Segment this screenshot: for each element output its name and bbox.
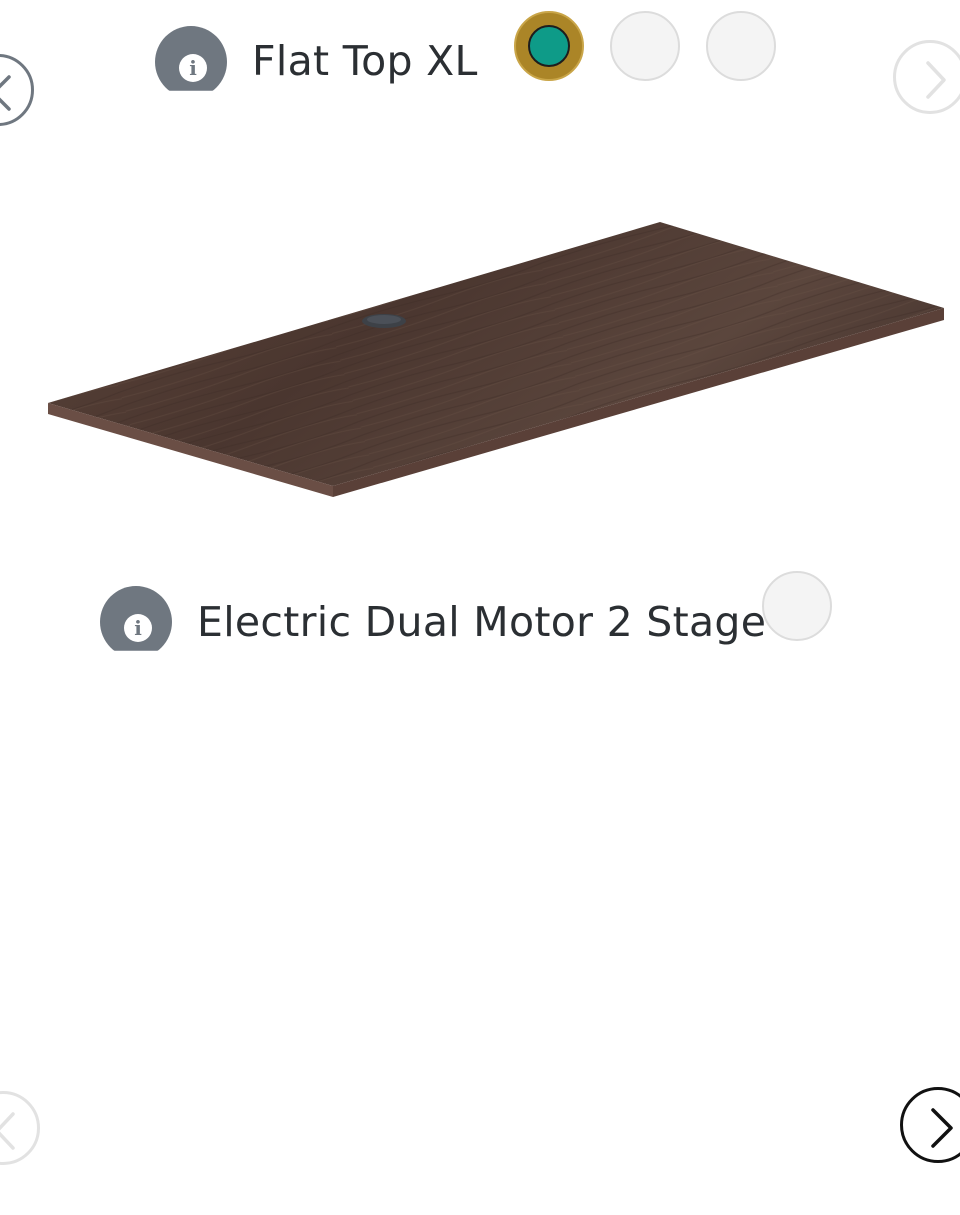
chevron-right-icon — [926, 61, 946, 99]
swatch-option[interactable] — [610, 11, 680, 81]
swatch-color-dot — [528, 25, 570, 67]
chevron-left-icon — [0, 1112, 15, 1150]
swatch-selected[interactable] — [514, 11, 584, 81]
prev-step-button[interactable] — [0, 1091, 40, 1165]
frame-swatch-option[interactable] — [762, 571, 832, 641]
frame-config-title: Electric Dual Motor 2 Stage — [197, 598, 767, 646]
prev-option-button[interactable] — [0, 54, 34, 126]
info-glyph: i — [179, 54, 207, 82]
next-option-button[interactable] — [893, 40, 960, 114]
next-step-button[interactable] — [900, 1087, 960, 1163]
info-glyph: i — [124, 614, 152, 642]
top-config-title: Flat Top XL — [252, 37, 478, 85]
info-icon[interactable]: i — [100, 586, 172, 651]
info-icon[interactable]: i — [155, 26, 227, 91]
chevron-left-icon — [0, 75, 11, 111]
swatch-option[interactable] — [706, 11, 776, 81]
chevron-right-icon — [931, 1108, 953, 1148]
desk-top-image — [48, 222, 944, 497]
